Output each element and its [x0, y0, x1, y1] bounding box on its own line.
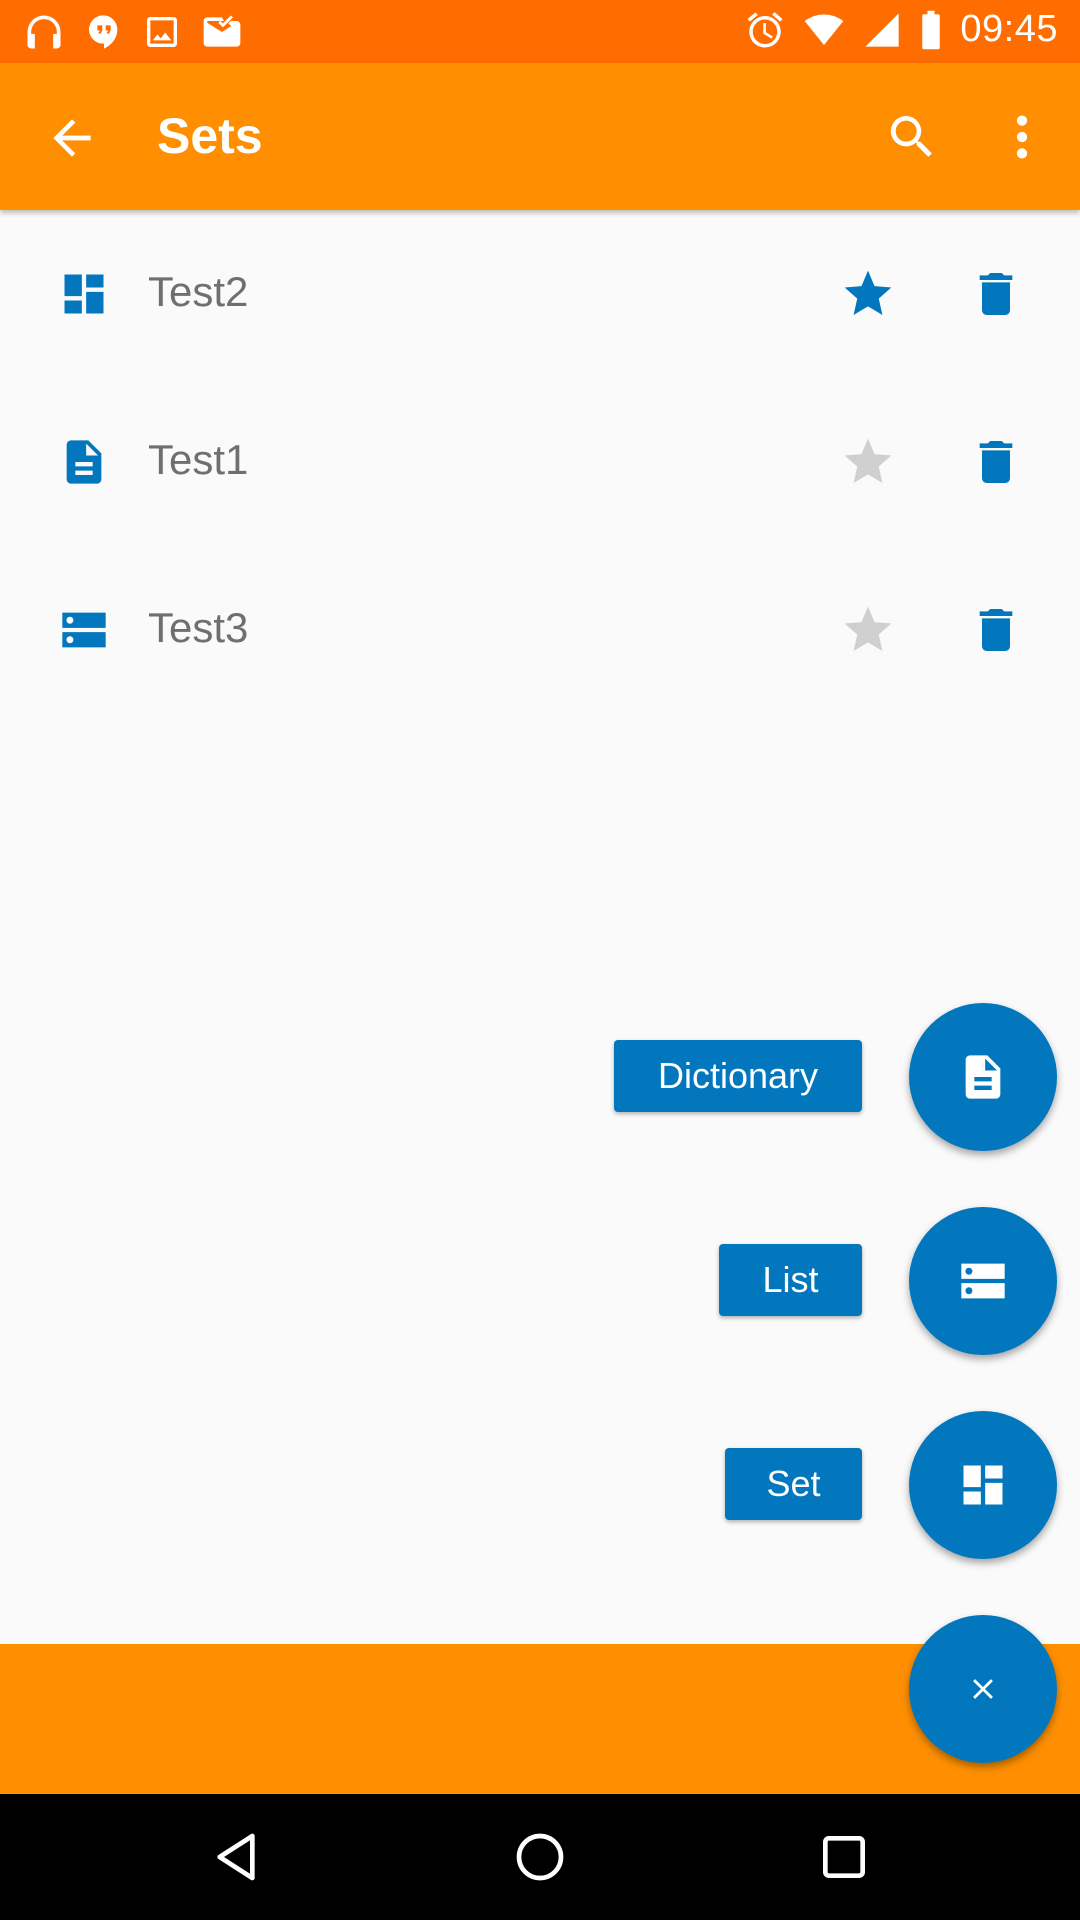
wifi-icon	[805, 14, 844, 45]
headphones-icon	[27, 15, 61, 49]
fab-dictionary-button[interactable]	[909, 1003, 1057, 1151]
list-icon	[961, 1263, 1005, 1299]
back-arrow-icon[interactable]	[44, 110, 100, 166]
fab-option-dictionary-label[interactable]: Dictionary	[614, 1040, 862, 1112]
battery-icon	[922, 10, 941, 49]
delete-icon[interactable]	[968, 266, 1024, 322]
status-time: 09:45	[960, 8, 1058, 50]
list-item-label: Test2	[148, 268, 249, 315]
fab-option-set-label[interactable]: Set	[725, 1448, 862, 1520]
dashboard-icon	[64, 274, 104, 314]
document-icon	[66, 440, 102, 484]
star-icon[interactable]	[840, 266, 896, 322]
list-item-label: Test1	[148, 436, 249, 483]
dashboard-icon	[963, 1465, 1003, 1505]
status-bar: 09:45	[0, 0, 1080, 63]
app-bar: Sets	[0, 63, 1080, 210]
fab-close-button[interactable]	[909, 1615, 1057, 1763]
search-icon[interactable]	[884, 109, 940, 165]
list-item[interactable]: Test2	[0, 210, 1080, 378]
nav-home-icon[interactable]	[512, 1827, 568, 1887]
star-icon[interactable]	[840, 434, 896, 490]
list-item[interactable]: Test1	[0, 378, 1080, 546]
fab-option-list-label[interactable]: List	[719, 1244, 862, 1316]
image-icon	[147, 17, 177, 47]
mail-check-icon	[203, 15, 241, 47]
list-icon	[62, 612, 106, 648]
page-title: Sets	[157, 108, 263, 164]
fab-list-button[interactable]	[909, 1207, 1057, 1355]
fab-set-button[interactable]	[909, 1411, 1057, 1559]
close-icon	[973, 1679, 993, 1699]
nav-back-icon[interactable]	[208, 1827, 264, 1887]
signal-icon	[865, 12, 900, 47]
delete-icon[interactable]	[968, 434, 1024, 490]
system-nav-bar	[0, 1794, 1080, 1920]
alarm-icon	[747, 11, 783, 47]
hangouts-icon	[89, 15, 118, 49]
star-icon[interactable]	[840, 602, 896, 658]
list-item[interactable]: Test3	[0, 546, 1080, 714]
more-vert-icon[interactable]	[1000, 109, 1044, 165]
list-item-label: Test3	[148, 604, 249, 651]
document-icon	[965, 1055, 1001, 1099]
nav-recents-icon[interactable]	[816, 1827, 872, 1887]
delete-icon[interactable]	[968, 602, 1024, 658]
